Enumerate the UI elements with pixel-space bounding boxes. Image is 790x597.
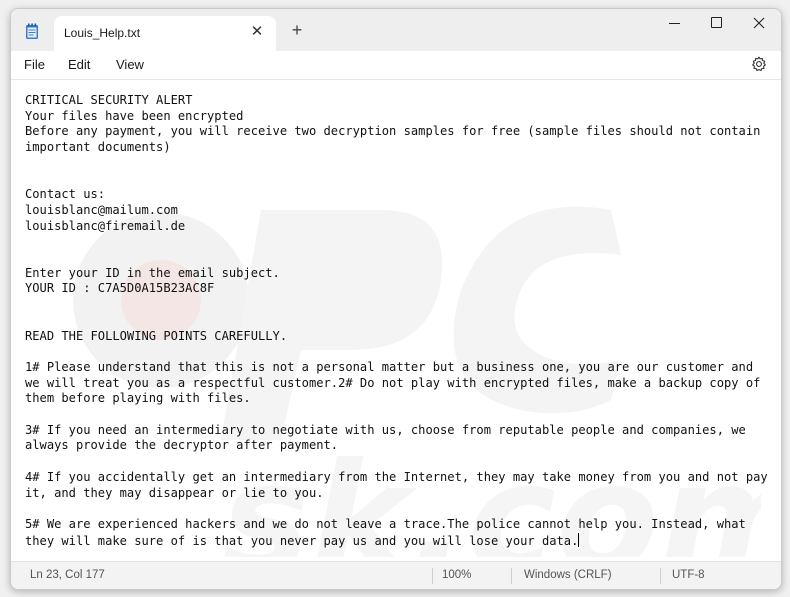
line-ending[interactable]: Windows (CRLF): [524, 569, 612, 581]
text-editor[interactable]: sk.com CRITICAL SECURITY ALERT Your file…: [11, 80, 781, 557]
text-line: READ THE FOLLOWING POINTS CAREFULLY.: [25, 328, 288, 343]
menu-edit[interactable]: Edit: [68, 57, 90, 72]
tab-title: Louis_Help.txt: [64, 26, 141, 40]
text-line: 1# Please understand that this is not a …: [25, 359, 754, 374]
text-line: they will make sure of is that you never…: [25, 533, 579, 548]
maximize-button[interactable]: [694, 9, 738, 39]
zoom-level[interactable]: 100%: [442, 569, 471, 581]
minimize-button[interactable]: [652, 9, 696, 39]
text-line: Contact us:: [25, 187, 106, 202]
gear-icon[interactable]: [751, 56, 767, 72]
close-window-button[interactable]: [737, 9, 781, 39]
title-bar[interactable]: Louis_Help.txt ✕ +: [11, 9, 781, 51]
document-text[interactable]: CRITICAL SECURITY ALERT Your files have …: [25, 93, 775, 549]
tab-louis-help[interactable]: Louis_Help.txt ✕: [54, 16, 276, 51]
text-line: YOUR ID : C7A5D0A15B23AC8F: [25, 281, 215, 296]
status-divider: [660, 568, 661, 584]
text-line: 3# If you need an intermediary to negoti…: [25, 422, 746, 437]
plus-icon[interactable]: +: [288, 21, 306, 39]
close-window-icon: [753, 17, 765, 29]
text-cursor: [578, 532, 580, 547]
status-divider: [511, 568, 512, 584]
encoding[interactable]: UTF-8: [672, 569, 705, 581]
status-divider: [432, 568, 433, 584]
text-line: Before any payment, you will receive two…: [25, 124, 761, 139]
notepad-window: Louis_Help.txt ✕ + File Edit View sk.com: [10, 8, 782, 590]
text-line: it, and they may disappear or lie to you…: [25, 485, 324, 500]
status-bar: Ln 23, Col 177 100% Windows (CRLF) UTF-8: [11, 561, 781, 589]
menu-view[interactable]: View: [116, 57, 144, 72]
cursor-position: Ln 23, Col 177: [30, 569, 105, 581]
text-line: louisblanc@firemail.de: [25, 218, 186, 233]
text-line: 4# If you accidentally get an intermedia…: [25, 469, 768, 484]
text-line: important documents): [25, 140, 171, 155]
text-line: louisblanc@mailum.com: [25, 202, 178, 217]
text-line: we will treat you as a respectful custom…: [25, 375, 761, 390]
text-line: them before playing with files.: [25, 391, 251, 406]
close-icon[interactable]: ✕: [250, 24, 264, 39]
menu-bar: File Edit View: [11, 51, 781, 80]
text-line: Enter your ID in the email subject.: [25, 265, 280, 280]
text-line: always provide the decryptor after payme…: [25, 438, 339, 453]
text-line: Your files have been encrypted: [25, 108, 244, 123]
text-line: 5# We are experienced hackers and we do …: [25, 516, 746, 531]
notepad-icon: [26, 23, 38, 39]
menu-file[interactable]: File: [24, 57, 45, 72]
text-line: CRITICAL SECURITY ALERT: [25, 93, 193, 107]
